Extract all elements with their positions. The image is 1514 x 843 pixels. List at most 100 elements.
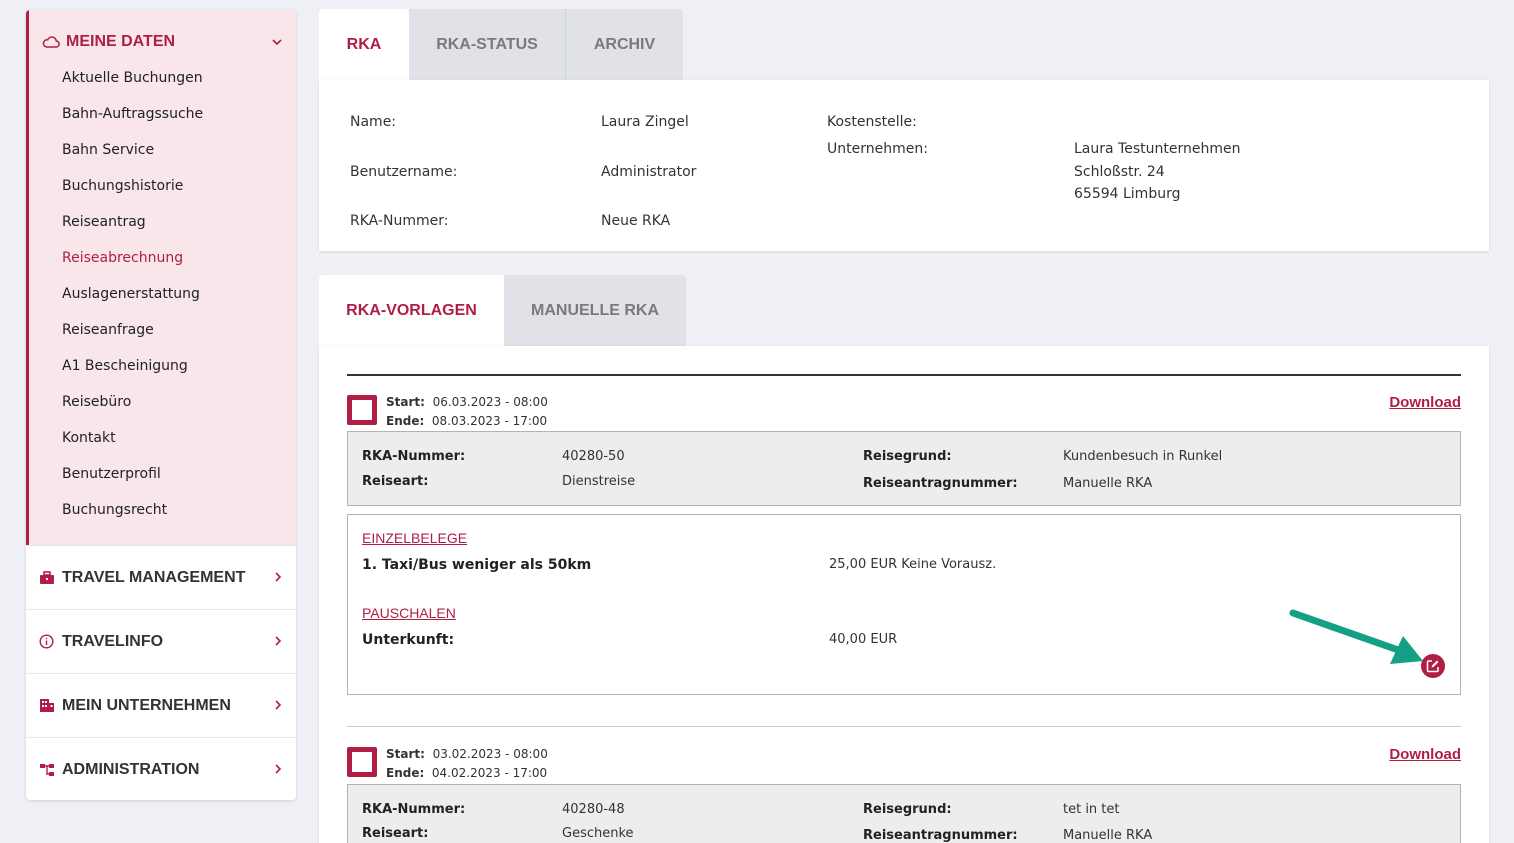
travel-type-value: Geschenke — [562, 826, 634, 841]
receipt-item: 1. Taxi/Bus weniger als 50km — [362, 557, 592, 573]
chevron-right-icon — [275, 698, 282, 713]
tab-archiv[interactable]: ARCHIV — [565, 9, 683, 80]
rka-summary-box: RKA-Nummer: 40280-48 Reiseart: Geschenke… — [347, 784, 1461, 843]
request-number-value: Manuelle RKA — [1063, 476, 1153, 491]
username-value: Administrator — [601, 164, 697, 180]
divider — [347, 726, 1461, 727]
tab-rka-status[interactable]: RKA-STATUS — [409, 9, 565, 80]
briefcase-icon — [39, 570, 57, 586]
sidebar-item-reisebuero[interactable]: Reisebüro — [62, 392, 203, 428]
rka-number-label: RKA-Nummer: — [350, 213, 449, 229]
tab-rka-vorlagen[interactable]: RKA-VORLAGEN — [319, 275, 504, 346]
end-date: 08.03.2023 - 17:00 — [431, 414, 548, 428]
sitemap-icon — [39, 762, 57, 778]
sidebar-section-label: TRAVEL MANAGEMENT — [62, 568, 246, 586]
sidebar-item-buchungsrecht[interactable]: Buchungsrecht — [62, 500, 203, 536]
cloud-icon — [42, 35, 60, 49]
user-info-card: Name: Laura Zingel Benutzername: Adminis… — [319, 80, 1489, 251]
company-street: Schloßstr. 24 — [1074, 164, 1165, 180]
travel-type-label: Reiseart: — [362, 826, 429, 841]
rka-number-label: RKA-Nummer: — [362, 449, 466, 464]
company-name: Laura Testunternehmen — [1074, 141, 1241, 157]
sidebar-item-reiseantrag[interactable]: Reiseantrag — [62, 212, 203, 248]
edit-icon[interactable] — [1421, 654, 1445, 678]
end-label: Ende: — [386, 766, 425, 780]
name-value: Laura Zingel — [601, 114, 689, 130]
sidebar-menu-list: Aktuelle Buchungen Bahn-Auftragssuche Ba… — [62, 68, 203, 536]
date-range: Start: 06.03.2023 - 08:00 Ende: 08.03.20… — [386, 393, 548, 431]
sidebar-section-travel-management[interactable]: TRAVEL MANAGEMENT — [26, 545, 296, 609]
sidebar-item-reiseanfrage[interactable]: Reiseanfrage — [62, 320, 203, 356]
sidebar-section-label: TRAVELINFO — [62, 632, 164, 650]
travel-type-value: Dienstreise — [562, 474, 636, 489]
travel-type-label: Reiseart: — [362, 474, 429, 489]
start-label: Start: — [386, 747, 425, 761]
travel-reason-label: Reisegrund: — [863, 802, 952, 817]
rka-number-label: RKA-Nummer: — [362, 802, 466, 817]
sidebar-section-label: MEIN UNTERNEHMEN — [62, 696, 231, 714]
name-label: Name: — [350, 114, 397, 130]
sidebar-item-a1-bescheinigung[interactable]: A1 Bescheinigung — [62, 356, 203, 392]
cost-center-label: Kostenstelle: — [827, 114, 917, 130]
tab-manuelle-rka[interactable]: MANUELLE RKA — [504, 275, 686, 346]
select-checkbox[interactable] — [347, 395, 377, 425]
travel-reason-value: Kundenbesuch in Runkel — [1063, 449, 1223, 464]
rka-number-value: 40280-48 — [562, 802, 625, 817]
sidebar-item-buchungshistorie[interactable]: Buchungshistorie — [62, 176, 203, 212]
company-city: 65594 Limburg — [1074, 186, 1181, 202]
tab-rka[interactable]: RKA — [319, 9, 409, 80]
sidebar-item-bahn-auftragssuche[interactable]: Bahn-Auftragssuche — [62, 104, 203, 140]
download-link[interactable]: Download — [1389, 394, 1461, 411]
select-checkbox[interactable] — [347, 747, 377, 777]
chevron-down-icon[interactable] — [272, 35, 282, 49]
sidebar-header-meine-daten[interactable]: MEINE DATEN — [42, 31, 282, 53]
flat-rate-item: Unterkunft: — [362, 632, 455, 648]
start-label: Start: — [386, 395, 425, 409]
end-label: Ende: — [386, 414, 425, 428]
rka-details-box: EINZELBELEGE 1. Taxi/Bus weniger als 50k… — [347, 514, 1461, 695]
chevron-right-icon — [275, 762, 282, 777]
rka-entry: Start: 03.02.2023 - 08:00 Ende: 04.02.20… — [347, 746, 1461, 843]
rka-number-value: Neue RKA — [601, 213, 671, 229]
sidebar: MEINE DATEN Aktuelle Buchungen Bahn-Auft… — [26, 10, 296, 800]
sidebar-item-kontakt[interactable]: Kontakt — [62, 428, 203, 464]
sidebar-section-mein-unternehmen[interactable]: MEIN UNTERNEHMEN — [26, 673, 296, 737]
travel-reason-value: tet in tet — [1063, 802, 1120, 817]
request-number-value: Manuelle RKA — [1063, 828, 1153, 843]
sidebar-item-reiseabrechnung[interactable]: Reiseabrechnung — [62, 248, 203, 284]
start-date: 03.02.2023 - 08:00 — [432, 747, 548, 761]
travel-reason-label: Reisegrund: — [863, 449, 952, 464]
company-label: Unternehmen: — [827, 141, 928, 157]
rka-summary-box: RKA-Nummer: 40280-50 Reiseart: Dienstrei… — [347, 431, 1461, 506]
end-date: 04.02.2023 - 17:00 — [431, 766, 548, 780]
chevron-right-icon — [275, 570, 282, 585]
sidebar-section-administration[interactable]: ADMINISTRATION — [26, 737, 296, 800]
building-icon — [39, 698, 57, 714]
divider — [347, 374, 1461, 376]
sidebar-item-benutzerprofil[interactable]: Benutzerprofil — [62, 464, 203, 500]
sidebar-section-meine-daten: MEINE DATEN Aktuelle Buchungen Bahn-Auft… — [26, 10, 296, 545]
date-range: Start: 03.02.2023 - 08:00 Ende: 04.02.20… — [386, 745, 548, 783]
sidebar-section-travelinfo[interactable]: TRAVELINFO — [26, 609, 296, 673]
rka-template-tabs: RKA-VORLAGEN MANUELLE RKA — [319, 275, 686, 346]
start-date: 06.03.2023 - 08:00 — [432, 395, 548, 409]
einzelbelege-link[interactable]: EINZELBELEGE — [362, 530, 467, 546]
chevron-right-icon — [275, 634, 282, 649]
flat-rate-amount: 40,00 EUR — [829, 632, 898, 647]
download-link[interactable]: Download — [1389, 746, 1461, 763]
sidebar-item-aktuelle-buchungen[interactable]: Aktuelle Buchungen — [62, 68, 203, 104]
pauschalen-link[interactable]: PAUSCHALEN — [362, 605, 456, 621]
sidebar-item-auslagenerstattung[interactable]: Auslagenerstattung — [62, 284, 203, 320]
sidebar-section-label: ADMINISTRATION — [62, 760, 200, 778]
request-number-label: Reiseantragnummer: — [863, 476, 1018, 491]
sidebar-item-bahn-service[interactable]: Bahn Service — [62, 140, 203, 176]
sidebar-header-label: MEINE DATEN — [66, 33, 176, 50]
rka-entry: Start: 06.03.2023 - 08:00 Ende: 08.03.20… — [347, 394, 1461, 696]
info-circle-icon — [39, 634, 57, 650]
rka-number-value: 40280-50 — [562, 449, 625, 464]
username-label: Benutzername: — [350, 164, 458, 180]
rka-tabs: RKA RKA-STATUS ARCHIV — [319, 9, 683, 80]
receipt-amount: 25,00 EUR Keine Vorausz. — [829, 557, 997, 572]
request-number-label: Reiseantragnummer: — [863, 828, 1018, 843]
rka-template-list: Start: 06.03.2023 - 08:00 Ende: 08.03.20… — [319, 346, 1489, 843]
